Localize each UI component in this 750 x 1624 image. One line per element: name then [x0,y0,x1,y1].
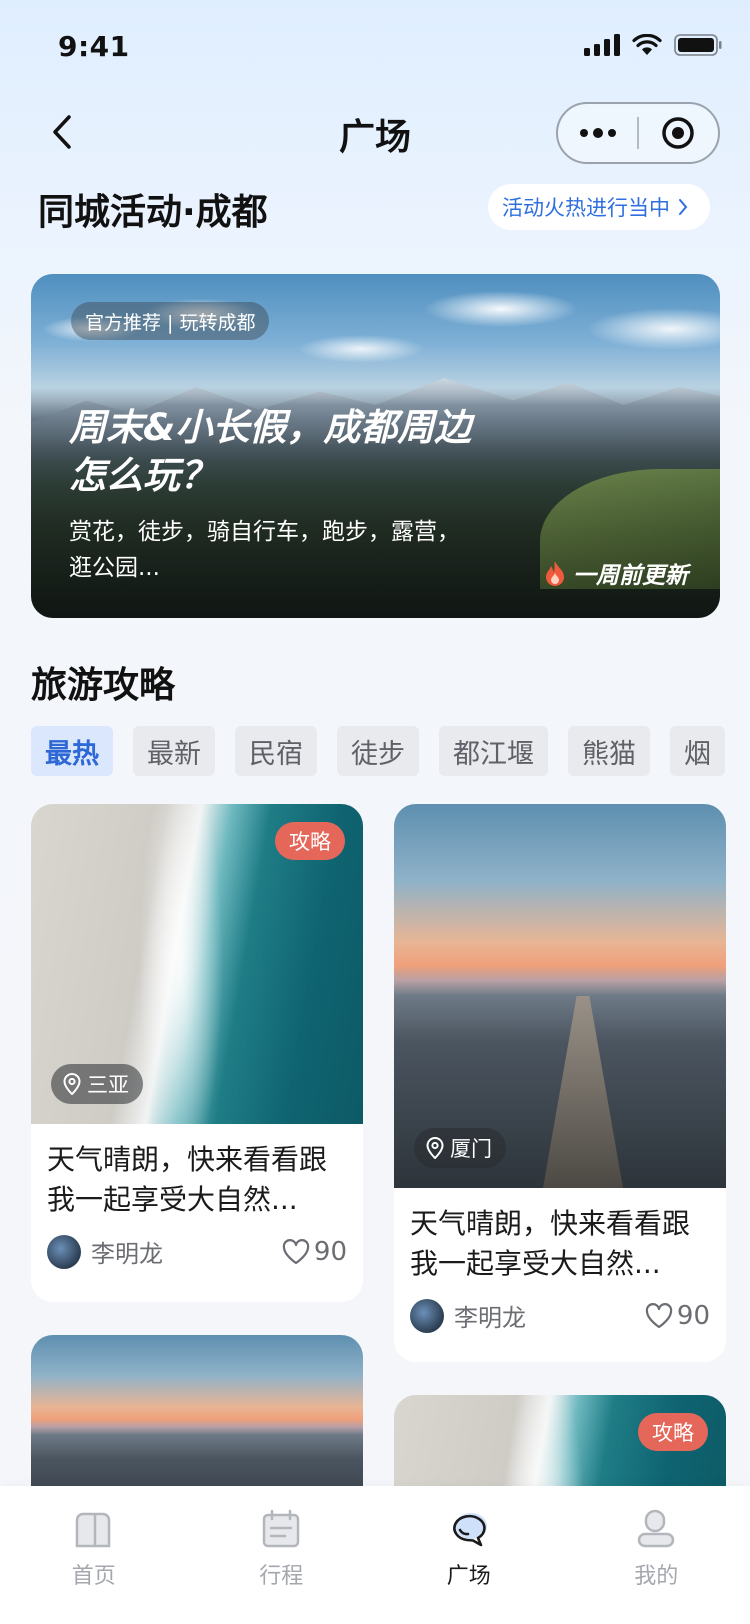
author-name: 李明龙 [91,1240,163,1268]
location-tag: 三亚 [51,1064,143,1104]
back-button[interactable] [44,112,80,152]
filter-chip-dujiangyan[interactable]: 都江堰 [439,726,548,776]
location-pin-icon [426,1137,444,1159]
chat-bubbles-icon [452,1513,487,1547]
chevron-right-icon [679,199,688,215]
tab-itinerary[interactable]: 行程 [221,1508,341,1624]
tab-profile[interactable]: 我的 [596,1508,716,1624]
guide-section-title: 旅游攻略 [31,665,176,706]
tab-label: 首页 [71,1564,116,1589]
calendar-icon [263,1509,300,1548]
pier-shape [543,996,623,1188]
location-tag: 厦门 [414,1128,506,1168]
tab-label: 我的 [634,1564,679,1589]
filter-chip-hiking[interactable]: 徒步 [337,726,419,776]
tab-label: 行程 [259,1564,304,1589]
tab-bar: 首页 行程 广场 我的 [0,1486,750,1624]
flame-icon [546,561,564,586]
heart-icon [645,1302,673,1328]
hero-description: 赏花，徒步，骑自行车，跑步，露营，逛公园... [69,519,460,581]
guide-badge: 攻略 [638,1413,708,1451]
hero-tag: 官方推荐 | 玩转成都 [71,302,270,340]
filter-chip-more[interactable]: 烟 [670,726,725,776]
signal-icon [584,34,620,56]
more-dots-icon [579,128,616,138]
wifi-icon [632,34,662,55]
chevron-left-icon [53,115,71,149]
hero-update-label: 一周前更新 [573,563,688,589]
tab-plaza[interactable]: 广场 [409,1508,529,1624]
author: 李明龙 [47,1234,163,1269]
filter-chip-panda[interactable]: 熊猫 [568,726,650,776]
guide-card[interactable]: 厦门 天气晴朗，快来看看跟我一起享受大自然... 李明龙 90 [394,804,726,1362]
battery-icon [674,34,722,56]
hero-update-info: 一周前更新 [543,556,688,590]
guide-badge: 攻略 [275,822,345,860]
card-image: 厦门 [394,804,726,1188]
filter-chip-hottest[interactable]: 最热 [31,726,113,776]
tab-home[interactable]: 首页 [34,1508,154,1624]
more-button[interactable] [558,104,637,162]
tab-label: 广场 [446,1564,491,1589]
author-name: 李明龙 [454,1304,526,1332]
location-pin-icon [63,1073,81,1095]
author: 李明龙 [410,1298,526,1333]
card-image: 攻略 三亚 [31,804,363,1124]
card-meta: 李明龙 90 [410,1298,710,1333]
card-meta: 李明龙 90 [47,1234,347,1269]
close-mini-program-button[interactable] [639,104,718,162]
activity-section-title: 同城活动·成都 [38,192,268,233]
card-body: 天气晴朗，快来看看跟我一起享受大自然... 李明龙 90 [31,1124,363,1269]
guide-card[interactable]: 攻略 三亚 天气晴朗，快来看看跟我一起享受大自然... 李明龙 90 [31,804,363,1302]
card-title: 天气晴朗，快来看看跟我一起享受大自然... [410,1207,691,1280]
card-body: 天气晴朗，快来看看跟我一起享受大自然... 李明龙 90 [394,1188,726,1333]
filter-chips: 最热 最新 民宿 徒步 都江堰 熊猫 烟 [31,726,725,776]
like-count: 90 [313,1236,347,1267]
hero-title: 周末&小长假，成都周边怎么玩？ [69,406,472,497]
hot-link-label: 活动火热进行当中 [502,196,670,220]
status-time: 9:41 [58,30,130,63]
activity-hot-link[interactable]: 活动火热进行当中 [488,184,710,230]
like-button[interactable]: 90 [645,1301,710,1331]
filter-chip-newest[interactable]: 最新 [133,726,215,776]
card-title: 天气晴朗，快来看看跟我一起享受大自然... [47,1143,328,1216]
hero-banner[interactable]: 官方推荐 | 玩转成都 周末&小长假，成都周边怎么玩？ 赏花，徒步，骑自行车，跑… [31,274,720,618]
profile-icon [638,1509,675,1548]
location-label: 三亚 [87,1073,129,1097]
like-count: 90 [676,1300,710,1331]
status-icons [584,34,722,56]
avatar [47,1234,81,1269]
mini-program-capsule [556,102,720,164]
home-icon [75,1512,110,1548]
location-label: 厦门 [450,1137,492,1161]
avatar [410,1298,444,1333]
filter-chip-homestay[interactable]: 民宿 [235,726,317,776]
like-button[interactable]: 90 [282,1237,347,1267]
target-icon [662,117,695,149]
heart-icon [282,1238,310,1264]
